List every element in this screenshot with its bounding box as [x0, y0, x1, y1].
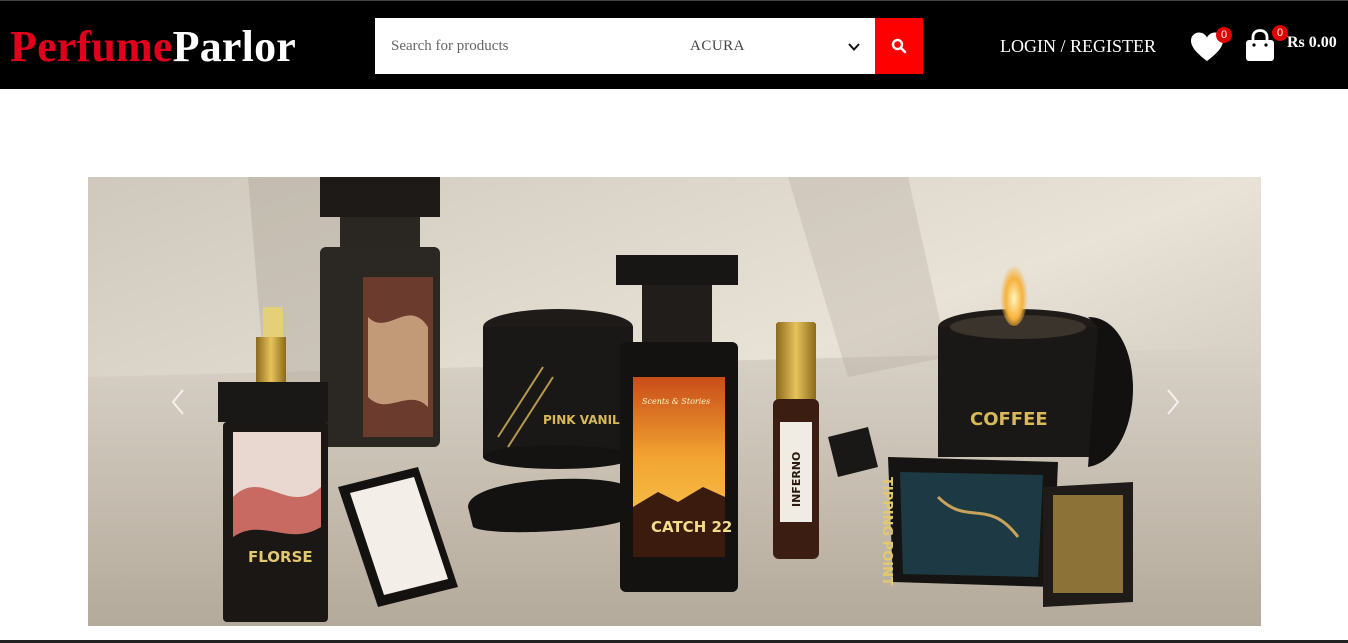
wishlist-count-badge: 0 — [1216, 27, 1232, 43]
candle-label-coffee: COFFEE — [970, 409, 1048, 430]
login-register-link[interactable]: LOGIN / REGISTER — [1000, 35, 1156, 57]
slider-next-arrow[interactable] — [1161, 387, 1185, 417]
bottle-label-florse: FLORSE — [248, 548, 313, 566]
cart-count-badge: 0 — [1272, 25, 1288, 41]
logo-part-perfume: Perfume — [10, 22, 173, 71]
cart-button[interactable]: 0 — [1244, 25, 1288, 63]
search-bar: ACURA — [375, 18, 923, 74]
wishlist-button[interactable]: 0 — [1190, 27, 1232, 63]
hero-slider[interactable]: PINK VANILLA & COFFEE FLORSE CATCH 22 Sc… — [88, 177, 1261, 626]
hero-banner-image: PINK VANILLA & COFFEE FLORSE CATCH 22 Sc… — [88, 177, 1261, 626]
search-input[interactable] — [375, 18, 675, 74]
site-header: PerfumeParlor ACURA LOGIN / REGISTER 0 0 — [0, 0, 1348, 89]
rollon-label-inferno: INFERNO — [790, 452, 803, 507]
box-label-tipping-point: TIPPING POINT — [879, 477, 894, 586]
search-icon — [891, 38, 907, 54]
site-logo[interactable]: PerfumeParlor — [10, 21, 296, 73]
slider-prev-arrow[interactable] — [166, 387, 190, 417]
search-button[interactable] — [875, 18, 923, 74]
logo-part-parlor: Parlor — [172, 22, 297, 71]
cart-total: Rs 0.00 — [1287, 34, 1337, 51]
category-select[interactable]: ACURA — [690, 18, 745, 74]
bottle-label-catch22: CATCH 22 — [651, 518, 732, 536]
brand-label-center: Scents & Stories — [642, 397, 710, 406]
chevron-down-icon[interactable] — [847, 40, 861, 54]
